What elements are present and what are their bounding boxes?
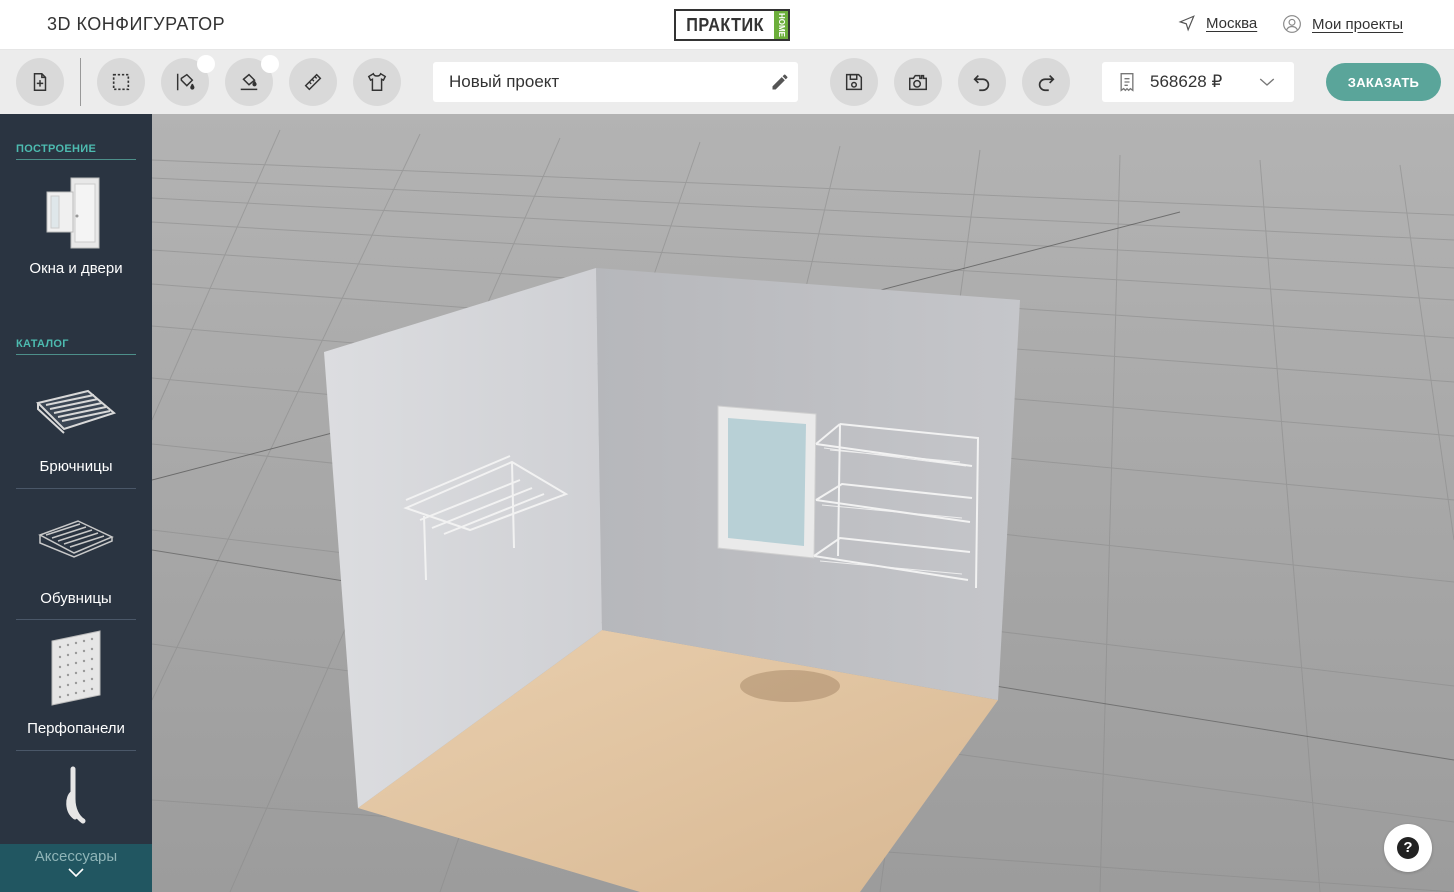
sidebar-item-trouser-racks[interactable]: Брючницы <box>16 370 136 475</box>
project-name-text[interactable]: Новый проект <box>449 72 559 92</box>
new-project-icon <box>33 73 47 91</box>
toolbar: Новый проект 568628 ₽ ЗАКАЗАТЬ <box>0 50 1454 114</box>
sidebar-item-windows-doors[interactable]: Окна и двери <box>16 174 136 277</box>
logo-text: ПРАКТИК <box>680 11 770 39</box>
top-header: 3D КОНФИГУРАТОР ПРАКТИК HOME Москва Мои … <box>0 0 1454 50</box>
3d-viewport[interactable] <box>152 114 1454 892</box>
question-icon: ? <box>1397 837 1419 859</box>
room-scene[interactable] <box>152 114 1454 892</box>
select-area-icon <box>112 73 130 91</box>
camera-plus-icon <box>909 74 927 91</box>
help-button[interactable]: ? <box>1384 824 1432 872</box>
shoe-rack-icon <box>16 498 136 578</box>
save-button[interactable] <box>830 58 878 106</box>
select-area-button[interactable] <box>97 58 145 106</box>
paint-floor-icon <box>240 73 258 91</box>
location-arrow-icon <box>1178 15 1195 32</box>
my-projects-link[interactable]: Мои проекты <box>1282 14 1403 34</box>
measure-button[interactable] <box>289 58 337 106</box>
sidebar-scroll-more[interactable]: Аксессуары <box>0 844 152 892</box>
sidebar-item-label: Аксессуары <box>34 848 118 865</box>
catalog-sidebar: ПОСТРОЕНИЕ Окна и двери КАТАЛОГ Брючницы <box>0 114 152 892</box>
sidebar-divider <box>16 750 136 751</box>
user-icon <box>1283 15 1301 33</box>
measure-icon <box>304 73 322 91</box>
sidebar-item-label: Обувницы <box>40 590 112 607</box>
order-button[interactable]: ЗАКАЗАТЬ <box>1326 63 1441 101</box>
perforated-panel-icon <box>16 628 136 708</box>
trouser-rack-icon <box>16 370 136 450</box>
redo-button[interactable] <box>1022 58 1070 106</box>
undo-icon <box>973 74 990 92</box>
hook-icon <box>16 758 136 834</box>
new-project-button[interactable] <box>16 58 64 106</box>
sidebar-item-label: Окна и двери <box>29 260 123 277</box>
sidebar-divider <box>16 488 136 489</box>
redo-icon <box>1038 74 1055 92</box>
sidebar-item-accessories-thumb[interactable] <box>16 758 136 834</box>
toolbar-divider <box>80 58 81 106</box>
price-value: 568628 ₽ <box>1150 72 1223 91</box>
section-build-label: ПОСТРОЕНИЕ <box>16 143 136 160</box>
section-catalog-label: КАТАЛОГ <box>16 338 136 355</box>
sidebar-item-shoe-racks[interactable]: Обувницы <box>16 498 136 607</box>
paint-wall-button[interactable] <box>161 55 215 106</box>
undo-button[interactable] <box>958 58 1006 106</box>
door-window-icon <box>16 174 136 254</box>
city-selector[interactable]: Москва <box>1178 14 1257 32</box>
project-name-field[interactable]: Новый проект <box>433 62 798 102</box>
save-icon <box>845 73 863 91</box>
paint-wall-indicator <box>197 55 215 73</box>
sidebar-item-label: Брючницы <box>39 458 113 475</box>
window-object[interactable] <box>717 405 817 559</box>
screenshot-button[interactable] <box>894 58 942 106</box>
sidebar-divider <box>16 619 136 620</box>
chevron-down-icon <box>68 868 84 878</box>
paint-wall-icon <box>176 73 195 91</box>
logo-sub: HOME <box>774 11 789 39</box>
my-projects-label[interactable]: Мои проекты <box>1312 16 1403 33</box>
app-title: 3D КОНФИГУРАТОР <box>47 14 226 34</box>
sidebar-item-perforated-panels[interactable]: Перфопанели <box>16 628 136 737</box>
wardrobe-items-button[interactable] <box>353 58 401 106</box>
chevron-down-icon <box>1259 78 1275 86</box>
paint-floor-indicator <box>261 55 279 73</box>
paint-floor-button[interactable] <box>225 55 279 106</box>
price-dropdown[interactable]: 568628 ₽ <box>1102 62 1294 102</box>
pencil-icon[interactable] <box>770 72 790 92</box>
tshirt-icon <box>367 72 387 91</box>
sidebar-item-label: Перфопанели <box>27 720 125 737</box>
receipt-icon <box>1120 73 1134 92</box>
city-link[interactable]: Москва <box>1206 15 1257 32</box>
brand-logo[interactable]: ПРАКТИК HOME <box>674 9 791 41</box>
